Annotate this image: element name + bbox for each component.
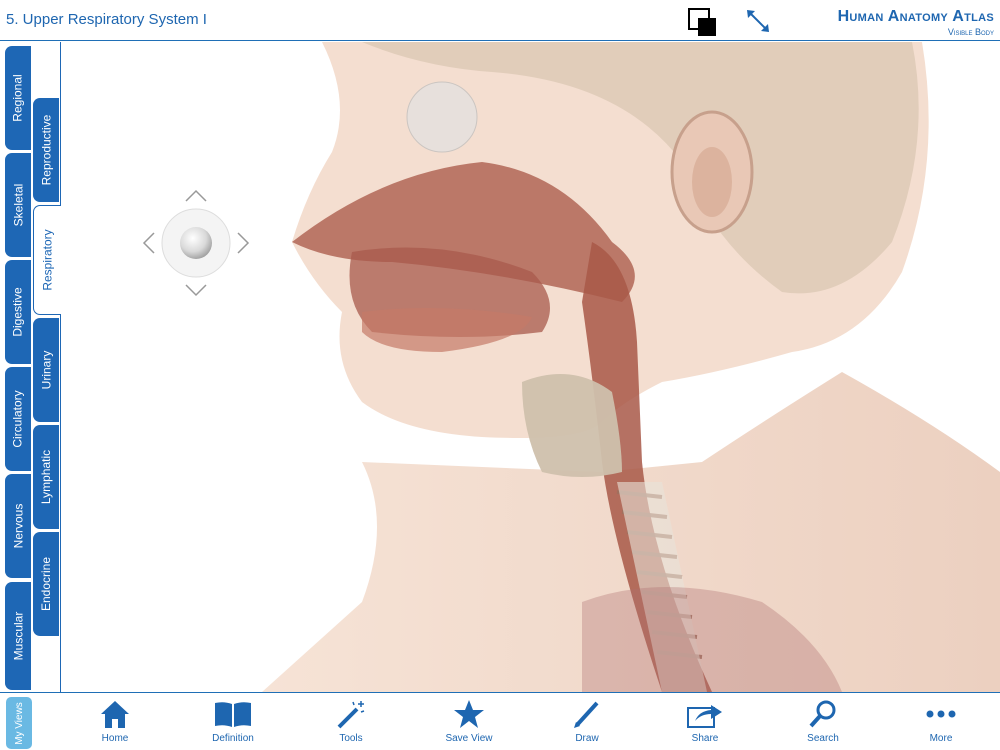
tab-endocrine[interactable]: Endocrine: [33, 532, 59, 636]
search-button[interactable]: Search: [783, 699, 863, 749]
upper-respiratory-model[interactable]: [62, 42, 1000, 692]
save-view-button[interactable]: Save View: [429, 699, 509, 749]
top-bar: 5. Upper Respiratory System I Human Anat…: [0, 0, 1000, 41]
tab-lymphatic[interactable]: Lymphatic: [33, 425, 59, 529]
home-icon: [101, 701, 129, 728]
navigation-dpad[interactable]: [140, 187, 252, 299]
sidebar-divider: [60, 42, 61, 692]
tab-muscular[interactable]: Muscular: [5, 582, 31, 690]
tab-label: Circulatory: [11, 390, 26, 448]
tools-button[interactable]: Tools: [311, 699, 391, 749]
anatomy-3d-viewer[interactable]: [62, 42, 1000, 692]
tab-urinary[interactable]: Urinary: [33, 318, 59, 422]
draw-button[interactable]: Draw: [547, 699, 627, 749]
rotate-ball-icon: [180, 227, 212, 259]
save-view-label: Save View: [445, 733, 493, 744]
page-title: 5. Upper Respiratory System I: [6, 11, 207, 28]
magic-wand-icon: [337, 701, 365, 729]
my-views-button[interactable]: My Views: [6, 697, 32, 749]
tab-label: Urinary: [39, 350, 54, 390]
tab-skeletal[interactable]: Skeletal: [5, 153, 31, 257]
pan-left-icon: [142, 232, 155, 254]
pencil-icon: [574, 701, 599, 728]
tab-label: Respiratory: [40, 229, 55, 291]
tab-label: Reproductive: [39, 114, 53, 186]
brand-title: Human Anatomy Atlas: [837, 8, 994, 25]
bottom-toolbar: My Views Home Definition Tools Save View: [0, 692, 1000, 750]
tab-digestive[interactable]: Digestive: [5, 260, 31, 364]
share-button[interactable]: Share: [665, 699, 745, 749]
share-icon: [687, 705, 722, 728]
tab-label: Skeletal: [11, 183, 26, 227]
pan-right-icon: [237, 232, 250, 254]
layer-front-icon: [698, 18, 716, 36]
tab-respiratory[interactable]: Respiratory: [33, 205, 61, 315]
system-tabs-sidebar: Regional Skeletal Digestive Circulatory …: [0, 42, 62, 692]
tab-label: Endocrine: [39, 556, 54, 612]
definition-button[interactable]: Definition: [193, 699, 273, 749]
search-label: Search: [807, 733, 839, 744]
my-views-label: My Views: [13, 701, 25, 745]
tab-label: Lymphatic: [39, 449, 53, 505]
fullscreen-button[interactable]: [744, 7, 772, 35]
brand-logo: Human Anatomy Atlas Visible Body: [838, 8, 994, 37]
tab-reproductive[interactable]: Reproductive: [33, 98, 59, 202]
layers-toggle-button[interactable]: [688, 8, 718, 36]
more-icon: [926, 710, 956, 718]
expand-arrows-icon: [747, 10, 769, 32]
tab-nervous[interactable]: Nervous: [5, 474, 31, 578]
brand-subtitle: Visible Body: [947, 27, 994, 37]
search-icon: [809, 700, 836, 728]
tab-regional[interactable]: Regional: [5, 46, 31, 150]
home-button[interactable]: Home: [75, 699, 155, 749]
tab-circulatory[interactable]: Circulatory: [5, 367, 31, 471]
tab-label: Digestive: [11, 287, 26, 337]
more-label: More: [929, 733, 953, 744]
star-icon: [454, 700, 484, 728]
tab-label: Muscular: [11, 611, 25, 661]
pan-up-icon: [185, 189, 207, 202]
definition-label: Definition: [212, 733, 254, 744]
draw-label: Draw: [575, 733, 599, 744]
tools-label: Tools: [339, 733, 363, 744]
more-button[interactable]: More: [901, 699, 981, 749]
book-icon: [215, 702, 251, 727]
home-label: Home: [101, 733, 129, 744]
tab-label: Nervous: [11, 503, 25, 549]
tab-label: Regional: [11, 74, 25, 122]
pan-down-icon: [185, 284, 207, 297]
share-label: Share: [691, 733, 719, 744]
